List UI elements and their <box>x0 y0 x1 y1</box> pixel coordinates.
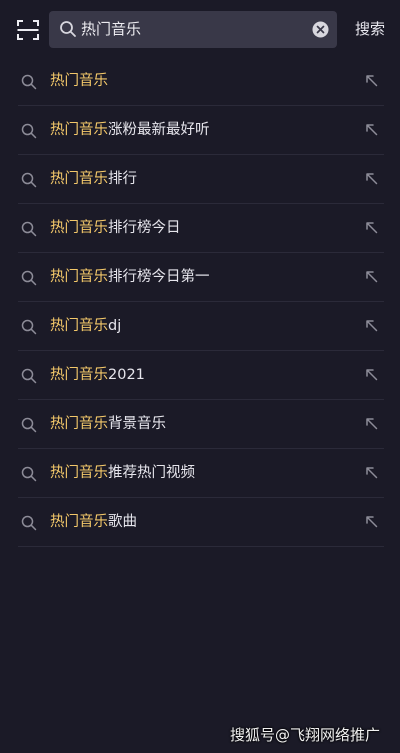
suggestion-text: 热门音乐2021 <box>50 351 145 400</box>
arrow-up-left-icon[interactable] <box>364 367 378 381</box>
suggestion-item[interactable]: 热门音乐 <box>0 57 400 106</box>
suggestion-text: 热门音乐背景音乐 <box>50 400 166 449</box>
suggestion-item[interactable]: 热门音乐排行 <box>0 155 400 204</box>
arrow-up-left-icon[interactable] <box>364 318 378 332</box>
search-suggestions-screen: 搜索 热门音乐 热门音乐涨粉最新最好听 <box>0 0 400 753</box>
arrow-up-left-icon[interactable] <box>364 269 378 283</box>
suggestion-keyword: 热门音乐 <box>50 269 108 285</box>
search-icon <box>21 123 37 139</box>
clear-icon[interactable] <box>312 21 329 38</box>
suggestion-text: 热门音乐排行 <box>50 155 137 204</box>
suggestion-text: 热门音乐涨粉最新最好听 <box>50 106 210 155</box>
suggestion-text: 热门音乐排行榜今日 <box>50 204 181 253</box>
search-icon <box>21 319 37 335</box>
arrow-up-left-icon[interactable] <box>364 416 378 430</box>
suggestion-keyword: 热门音乐 <box>50 514 108 530</box>
suggestion-text: 热门音乐排行榜今日第一 <box>50 253 210 302</box>
suggestion-item[interactable]: 热门音乐排行榜今日 <box>0 204 400 253</box>
suggestion-text: 热门音乐歌曲 <box>50 498 137 547</box>
suggestion-rest: 排行 <box>108 171 137 187</box>
suggestion-item[interactable]: 热门音乐推荐热门视频 <box>0 449 400 498</box>
suggestion-keyword: 热门音乐 <box>50 171 108 187</box>
suggestion-rest: 排行榜今日 <box>108 220 181 236</box>
scan-button[interactable] <box>16 18 40 42</box>
suggestion-rest: 歌曲 <box>108 514 137 530</box>
search-icon <box>21 466 37 482</box>
suggestion-keyword: 热门音乐 <box>50 318 108 334</box>
search-icon <box>21 368 37 384</box>
suggestion-list: 热门音乐 热门音乐涨粉最新最好听 热门音乐排行 热门音乐排行榜今日 热门音乐排行… <box>0 57 400 547</box>
search-icon <box>60 21 76 37</box>
scan-icon <box>17 20 39 40</box>
search-icon <box>21 221 37 237</box>
suggestion-item[interactable]: 热门音乐2021 <box>0 351 400 400</box>
arrow-up-left-icon[interactable] <box>364 465 378 479</box>
suggestion-rest: 2021 <box>108 367 145 383</box>
watermark: 搜狐号@飞翔网络推广 <box>230 726 381 744</box>
search-icon <box>21 74 37 90</box>
arrow-up-left-icon[interactable] <box>364 514 378 528</box>
suggestion-text: 热门音乐 <box>50 57 108 106</box>
divider <box>18 546 384 547</box>
suggestion-keyword: 热门音乐 <box>50 220 108 236</box>
suggestion-text: 热门音乐推荐热门视频 <box>50 449 195 498</box>
suggestion-keyword: 热门音乐 <box>50 73 108 89</box>
suggestion-keyword: 热门音乐 <box>50 367 108 383</box>
suggestion-keyword: 热门音乐 <box>50 122 108 138</box>
suggestion-rest: 推荐热门视频 <box>108 465 195 481</box>
suggestion-text: 热门音乐dj <box>50 302 121 351</box>
suggestion-rest: dj <box>108 318 122 334</box>
arrow-up-left-icon[interactable] <box>364 122 378 136</box>
search-icon <box>21 270 37 286</box>
arrow-up-left-icon[interactable] <box>364 73 378 87</box>
suggestion-rest: 背景音乐 <box>108 416 166 432</box>
suggestion-item[interactable]: 热门音乐涨粉最新最好听 <box>0 106 400 155</box>
suggestion-item[interactable]: 热门音乐排行榜今日第一 <box>0 253 400 302</box>
search-icon <box>21 172 37 188</box>
suggestion-keyword: 热门音乐 <box>50 465 108 481</box>
search-button[interactable]: 搜索 <box>350 11 390 48</box>
suggestion-keyword: 热门音乐 <box>50 416 108 432</box>
suggestion-item[interactable]: 热门音乐dj <box>0 302 400 351</box>
search-icon <box>21 417 37 433</box>
arrow-up-left-icon[interactable] <box>364 220 378 234</box>
search-box[interactable] <box>49 11 337 48</box>
suggestion-item[interactable]: 热门音乐背景音乐 <box>0 400 400 449</box>
search-header: 搜索 <box>0 0 400 60</box>
suggestion-item[interactable]: 热门音乐歌曲 <box>0 498 400 547</box>
suggestion-rest: 涨粉最新最好听 <box>108 122 210 138</box>
arrow-up-left-icon[interactable] <box>364 171 378 185</box>
search-icon <box>21 515 37 531</box>
search-input[interactable] <box>81 11 306 48</box>
suggestion-rest: 排行榜今日第一 <box>108 269 210 285</box>
